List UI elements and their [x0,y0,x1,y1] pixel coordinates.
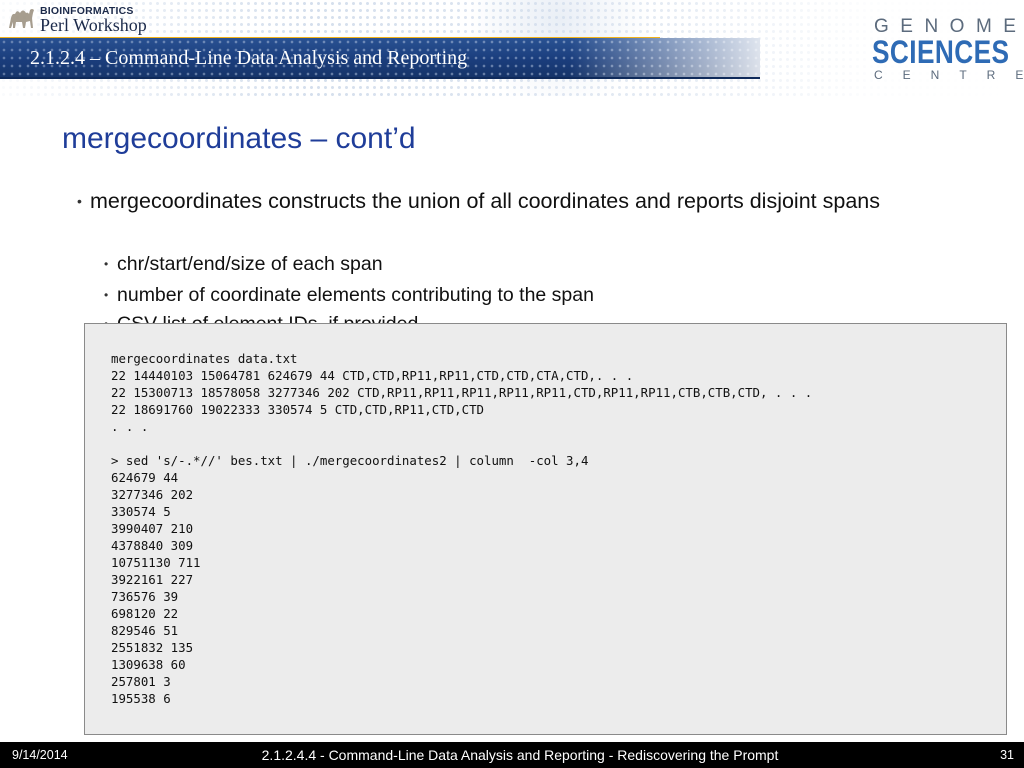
workshop-logo: BIOINFORMATICS Perl Workshop [4,2,164,38]
code-line: 1309638 60 [111,657,186,672]
code-line: . . . [111,419,149,434]
code-line: 10751130 711 [111,555,201,570]
slide-title: mergecoordinates – cont’d [62,122,416,155]
code-line: 698120 22 [111,606,179,621]
code-line: 2551832 135 [111,640,194,655]
header-title: 2.1.2.4 – Command-Line Data Analysis and… [30,47,468,69]
logo-subtitle: Perl Workshop [40,15,147,35]
code-line: 3277346 202 [111,487,194,502]
code-line: 22 18691760 19022333 330574 5 CTD,CTD,RP… [111,402,484,417]
code-line: 736576 39 [111,589,179,604]
title-bar-underline [0,77,760,79]
gsc-logo-sciences: SCIENCES [872,34,1010,70]
sub-bullet: number of coordinate elements contributi… [117,284,594,306]
page-number: 31 [1000,748,1014,762]
code-block: mergecoordinates data.txt 22 14440103 15… [84,323,1007,735]
code-line: 195538 6 [111,691,171,706]
bullet-marker: • [77,193,82,209]
header-banner: BIOINFORMATICS Perl Workshop 2.1.2.4 – C… [0,0,1024,96]
code-line: 330574 5 [111,504,171,519]
code-line: 22 14440103 15064781 624679 44 CTD,CTD,R… [111,368,634,383]
footer-bar: 9/14/2014 2.1.2.4.4 - Command-Line Data … [0,742,1024,768]
sub-bullet: chr/start/end/size of each span [117,253,383,275]
code-line: 22 15300713 18578058 3277346 202 CTD,RP1… [111,385,813,400]
gsc-logo-centre: CENTRE [874,68,1023,82]
sub-bullet-marker: • [104,257,109,271]
code-listing: mergecoordinates data.txt 22 14440103 15… [111,350,812,707]
code-line: 3922161 227 [111,572,194,587]
code-line: 4378840 309 [111,538,194,553]
code-line: 3990407 210 [111,521,194,536]
code-line: 829546 51 [111,623,179,638]
camel-icon [9,9,34,28]
code-line: 624679 44 [111,470,179,485]
gsc-logo: GENOME SCIENCES CENTRE [870,14,1024,86]
footer-title: 2.1.2.4.4 - Command-Line Data Analysis a… [261,747,779,763]
code-line: mergecoordinates data.txt [111,351,298,366]
code-line: 257801 3 [111,674,171,689]
sub-bullet-marker: • [104,288,109,302]
bullet-main: mergecoordinates constructs the union of… [90,189,880,213]
code-line: > sed 's/-.*//' bes.txt | ./mergecoordin… [111,453,589,468]
